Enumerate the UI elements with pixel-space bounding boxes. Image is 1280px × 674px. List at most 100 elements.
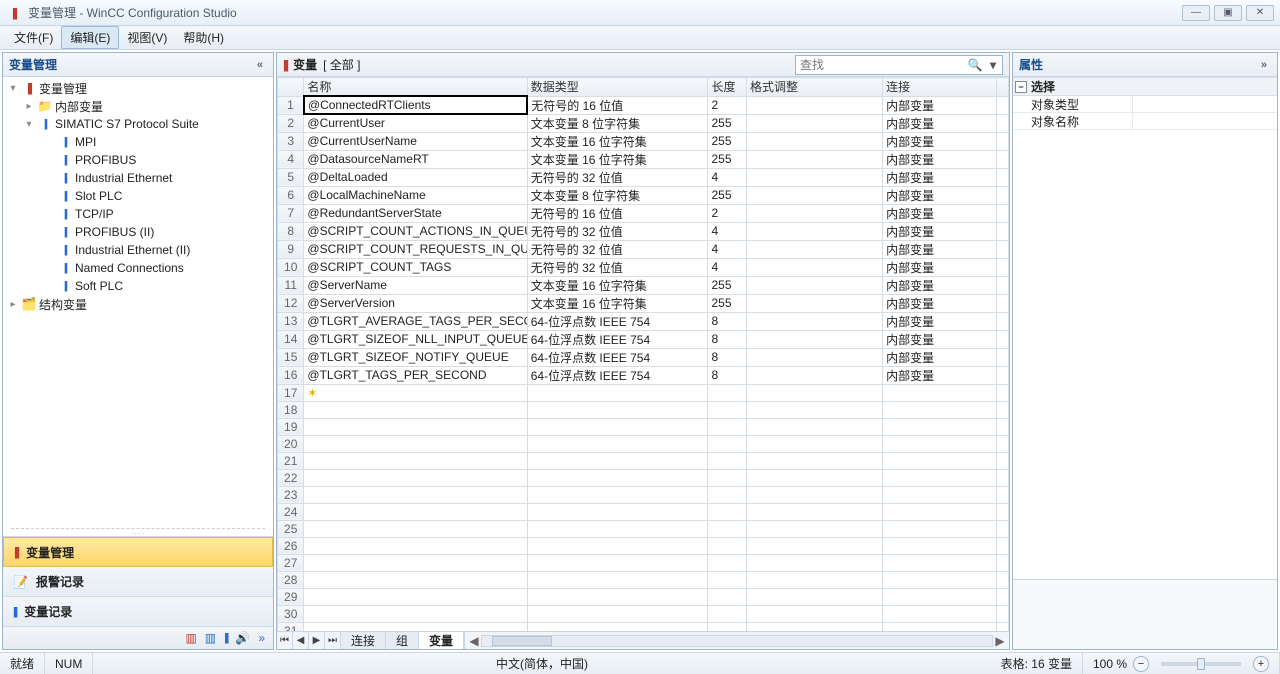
table-row[interactable]: 18 (278, 401, 1009, 418)
cell-name[interactable] (304, 571, 527, 588)
restore-button[interactable]: ▣ (1214, 5, 1242, 21)
cell-datatype[interactable] (527, 571, 708, 588)
cell-datatype[interactable]: 文本变量 8 位字符集 (527, 186, 708, 204)
tree-channel[interactable]: ||Industrial Ethernet (3, 169, 273, 187)
row-number[interactable]: 27 (278, 554, 304, 571)
props-row-object-type[interactable]: 对象类型 (1013, 96, 1277, 113)
col-format[interactable]: 格式调整 (747, 78, 883, 97)
tree-root[interactable]: ▾ ||| 变量管理 (3, 79, 273, 97)
cell-name[interactable]: @DeltaLoaded (304, 168, 527, 186)
cell-connection[interactable] (883, 435, 997, 452)
col-length[interactable]: 长度 (708, 78, 747, 97)
table-row[interactable]: 16@TLGRT_TAGS_PER_SECOND64-位浮点数 IEEE 754… (278, 366, 1009, 384)
cell-datatype[interactable] (527, 520, 708, 537)
row-number[interactable]: 28 (278, 571, 304, 588)
cell-format[interactable] (747, 312, 883, 330)
menu-file[interactable]: 文件(F) (6, 27, 61, 48)
cell-length[interactable] (708, 554, 747, 571)
row-number[interactable]: 1 (278, 96, 304, 114)
cell-name[interactable]: @RedundantServerState (304, 204, 527, 222)
cell-length[interactable]: 4 (708, 258, 747, 276)
row-number[interactable]: 20 (278, 435, 304, 452)
cell-datatype[interactable] (527, 418, 708, 435)
cell-datatype[interactable] (527, 401, 708, 418)
cell-length[interactable]: 255 (708, 132, 747, 150)
cell-datatype[interactable] (527, 452, 708, 469)
cell-name[interactable]: @ServerVersion (304, 294, 527, 312)
cell-connection[interactable] (883, 588, 997, 605)
cell-format[interactable] (747, 486, 883, 503)
close-button[interactable]: ✕ (1246, 5, 1274, 21)
row-number[interactable]: 11 (278, 276, 304, 294)
cell-datatype[interactable]: 64-位浮点数 IEEE 754 (527, 312, 708, 330)
cell-connection[interactable] (883, 418, 997, 435)
table-row[interactable]: 2@CurrentUser文本变量 8 位字符集255内部变量 (278, 114, 1009, 132)
cell-datatype[interactable]: 文本变量 16 位字符集 (527, 150, 708, 168)
scroll-track[interactable] (481, 635, 993, 647)
table-row[interactable]: 6@LocalMachineName文本变量 8 位字符集255内部变量 (278, 186, 1009, 204)
row-number[interactable]: 12 (278, 294, 304, 312)
cell-name[interactable]: @SCRIPT_COUNT_ACTIONS_IN_QUEUES (304, 222, 527, 240)
cell-name[interactable] (304, 520, 527, 537)
cell-format[interactable] (747, 401, 883, 418)
row-number[interactable]: 10 (278, 258, 304, 276)
table-row[interactable]: 9@SCRIPT_COUNT_REQUESTS_IN_QUEUES无符号的 32… (278, 240, 1009, 258)
cell-length[interactable] (708, 435, 747, 452)
cell-format[interactable] (747, 452, 883, 469)
search-box[interactable]: 🔍 ▾ (795, 55, 1003, 75)
menu-help[interactable]: 帮助(H) (175, 27, 232, 48)
cell-name[interactable]: @ConnectedRTClients (304, 96, 527, 114)
row-number[interactable]: 3 (278, 132, 304, 150)
cell-connection[interactable] (883, 537, 997, 554)
cell-datatype[interactable] (527, 486, 708, 503)
cell-format[interactable] (747, 537, 883, 554)
cell-length[interactable]: 4 (708, 168, 747, 186)
expand-icon[interactable]: ▸ (23, 101, 35, 112)
cell-format[interactable] (747, 204, 883, 222)
cell-length[interactable] (708, 537, 747, 554)
nav-tag-logging[interactable]: ||| 变量记录 (3, 597, 273, 627)
row-number[interactable]: 13 (278, 312, 304, 330)
cell-length[interactable] (708, 588, 747, 605)
cell-length[interactable]: 8 (708, 312, 747, 330)
table-row[interactable]: 3@CurrentUserName文本变量 16 位字符集255内部变量 (278, 132, 1009, 150)
cell-name[interactable] (304, 401, 527, 418)
cell-datatype[interactable] (527, 435, 708, 452)
cell-datatype[interactable] (527, 503, 708, 520)
cell-connection[interactable] (883, 452, 997, 469)
cell-datatype[interactable]: 64-位浮点数 IEEE 754 (527, 348, 708, 366)
cell-datatype[interactable]: 无符号的 32 位值 (527, 168, 708, 186)
cell-length[interactable]: 255 (708, 150, 747, 168)
cell-length[interactable] (708, 452, 747, 469)
cell-connection[interactable]: 内部变量 (883, 348, 997, 366)
cell-name[interactable]: @TLGRT_SIZEOF_NOTIFY_QUEUE (304, 348, 527, 366)
cell-datatype[interactable]: 64-位浮点数 IEEE 754 (527, 366, 708, 384)
cell-length[interactable] (708, 418, 747, 435)
tree-view[interactable]: ▾ ||| 变量管理 ▸ 📁 内部变量 ▾ || SIMATIC S7 Prot… (3, 77, 273, 526)
cell-connection[interactable] (883, 554, 997, 571)
row-number[interactable]: 6 (278, 186, 304, 204)
cell-datatype[interactable]: 文本变量 16 位字符集 (527, 276, 708, 294)
row-number[interactable]: 23 (278, 486, 304, 503)
properties-grid[interactable]: − 选择 对象类型 对象名称 (1013, 77, 1277, 579)
zoom-in-button[interactable]: + (1253, 656, 1269, 672)
cell-length[interactable] (708, 503, 747, 520)
cell-length[interactable] (708, 384, 747, 401)
zoom-knob[interactable] (1197, 658, 1205, 670)
cell-format[interactable] (747, 384, 883, 401)
cell-length[interactable]: 2 (708, 96, 747, 114)
cell-connection[interactable]: 内部变量 (883, 240, 997, 258)
col-datatype[interactable]: 数据类型 (527, 78, 708, 97)
cell-format[interactable] (747, 366, 883, 384)
cell-name[interactable]: @CurrentUserName (304, 132, 527, 150)
cell-length[interactable]: 4 (708, 240, 747, 258)
cell-connection[interactable]: 内部变量 (883, 168, 997, 186)
collapse-group-icon[interactable]: − (1015, 81, 1027, 93)
table-row[interactable]: 24 (278, 503, 1009, 520)
cell-connection[interactable] (883, 503, 997, 520)
corner-cell[interactable] (278, 78, 304, 97)
tree-channel[interactable]: ||Named Connections (3, 259, 273, 277)
table-row[interactable]: 5@DeltaLoaded无符号的 32 位值4内部变量 (278, 168, 1009, 186)
table-row[interactable]: 1@ConnectedRTClients无符号的 16 位值2内部变量 (278, 96, 1009, 114)
cell-connection[interactable] (883, 605, 997, 622)
